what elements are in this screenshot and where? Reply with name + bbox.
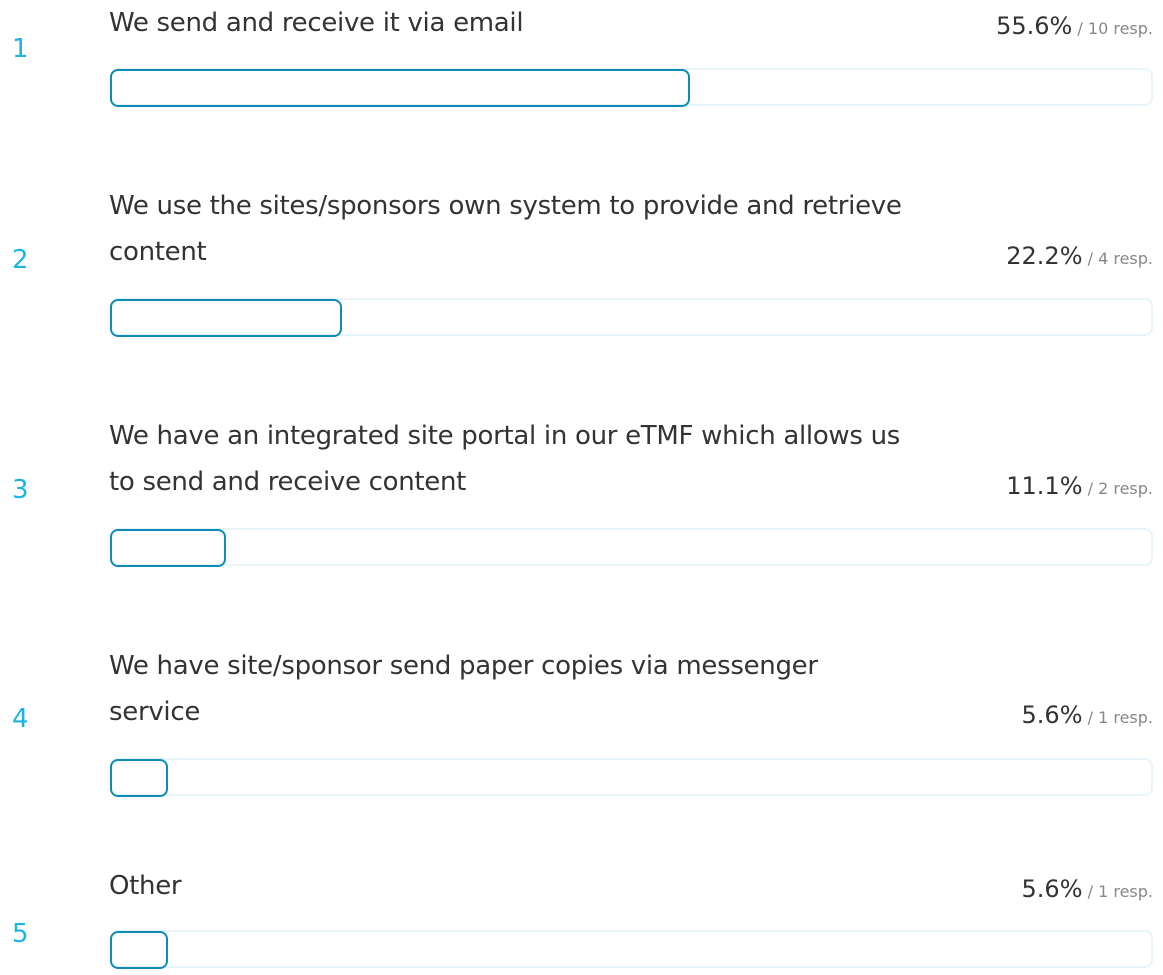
rank-number: 5 (12, 919, 29, 949)
result-stat: 5.6% / 1 resp. (1022, 703, 1153, 727)
result-stat: 22.2% / 4 resp. (1006, 244, 1153, 268)
answer-label: We use the sites/sponsors own system to … (109, 191, 902, 267)
percent-value: 5.6% (1021, 701, 1083, 729)
rank-number: 1 (12, 34, 29, 64)
bar-track (110, 930, 1153, 969)
percent-value: 11.1% (1006, 472, 1083, 500)
bar-track (110, 68, 1153, 107)
rank-number: 2 (12, 245, 29, 275)
answer-label: We have an integrated site portal in our… (109, 421, 901, 497)
answer-label: Other (109, 871, 182, 901)
rank-number: 3 (12, 475, 29, 505)
bar-track (110, 298, 1153, 337)
response-count: / 4 resp. (1087, 249, 1153, 268)
bar-fill (110, 529, 226, 567)
bar-track (110, 758, 1153, 797)
bar-fill (110, 759, 168, 797)
result-stat: 5.6% / 1 resp. (1022, 877, 1153, 901)
answer-label: We have site/sponsor send paper copies v… (109, 651, 818, 727)
response-count: / 1 resp. (1087, 882, 1153, 901)
result-stat: 11.1% / 2 resp. (1006, 474, 1153, 498)
bar-fill (110, 299, 342, 337)
percent-value: 22.2% (1006, 242, 1083, 270)
percent-value: 55.6% (996, 12, 1073, 40)
response-count: / 2 resp. (1087, 479, 1153, 498)
answer-label: We send and receive it via email (109, 8, 524, 38)
result-stat: 55.6% / 10 resp. (996, 14, 1153, 38)
response-count: / 10 resp. (1077, 19, 1153, 38)
bar-fill (110, 69, 690, 107)
bar-fill (110, 931, 168, 969)
response-count: / 1 resp. (1087, 708, 1153, 727)
bar-track (110, 528, 1153, 567)
percent-value: 5.6% (1021, 875, 1083, 903)
rank-number: 4 (12, 704, 29, 734)
